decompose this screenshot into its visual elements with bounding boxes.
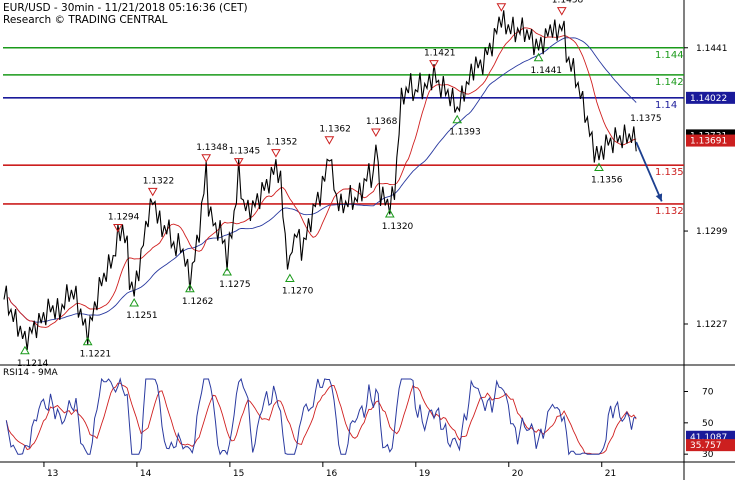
rsi-tick-label: 30 <box>702 450 714 460</box>
level-label: 1.142 <box>655 77 684 88</box>
price-tick-label: 1.1227 <box>696 320 728 330</box>
high-label: 1.1322 <box>143 176 175 186</box>
price-tick-label: 1.1441 <box>696 44 728 54</box>
rsi-label: RSI14 - 9MA <box>3 368 58 378</box>
high-label: 1.1348 <box>196 143 228 153</box>
low-label: 1.1221 <box>80 350 112 360</box>
high-label: 1.1421 <box>424 49 456 59</box>
high-label: 1.1368 <box>366 117 398 127</box>
rsi-line <box>5 377 637 456</box>
high-marker <box>496 3 507 12</box>
low-label: 1.1262 <box>182 297 214 307</box>
low-label: 1.1275 <box>219 280 251 290</box>
rsi-tick-label: 50 <box>702 419 714 429</box>
time-tick-label: 21 <box>605 469 616 479</box>
low-label: 1.1270 <box>282 286 314 296</box>
high-marker <box>147 187 158 197</box>
high-marker <box>556 7 567 16</box>
low-label: 1.1393 <box>449 128 481 138</box>
low-marker <box>129 297 140 307</box>
time-tick-label: 14 <box>140 469 152 479</box>
time-tick-label: 19 <box>419 469 431 479</box>
high-marker <box>371 128 381 137</box>
chart-canvas: 1.144 1.142 1.14 1.135 1.132 1.1294 1.1322 1.13… <box>0 0 735 480</box>
high-label: 1.1465 <box>491 0 522 2</box>
time-tick-label: 20 <box>512 469 524 479</box>
low-label: 1.1356 <box>591 175 623 185</box>
low-label: 1.1251 <box>126 311 158 321</box>
price-tag-label: 1.14022 <box>690 94 727 104</box>
level-label: 1.14 <box>655 100 677 111</box>
high-marker <box>201 154 212 163</box>
low-label: 1.1320 <box>382 222 414 232</box>
rsi-tick-label: 70 <box>702 388 714 398</box>
high-label: 1.1294 <box>108 213 140 223</box>
chart-title: EUR/USD - 30min - 11/21/2018 05:16:36 (C… <box>3 2 248 14</box>
rsi-tag-label: 35.757 <box>690 441 722 451</box>
level-label: 1.132 <box>655 206 684 217</box>
target-label: 1.1375 <box>630 114 662 124</box>
level-label: 1.144 <box>655 50 684 61</box>
research-credit: Research © TRADING CENTRAL <box>3 14 168 26</box>
time-tick-label: 13 <box>47 469 58 479</box>
high-marker <box>324 136 335 145</box>
level-label: 1.135 <box>655 167 684 178</box>
price-tick-label: 1.1299 <box>696 227 728 237</box>
low-label: 1.1441 <box>531 66 563 76</box>
high-marker <box>271 149 281 158</box>
time-tick-label: 15 <box>233 469 244 479</box>
low-marker <box>285 273 295 282</box>
high-label: 1.1352 <box>266 138 298 148</box>
price-tag-label: 1.13691 <box>690 137 727 147</box>
high-label: 1.1362 <box>319 125 351 135</box>
time-tick-label: 16 <box>326 469 338 479</box>
high-label: 1.1345 <box>229 147 260 157</box>
high-label: 1.1458 <box>552 0 584 6</box>
rsi-ma-line <box>5 382 637 455</box>
